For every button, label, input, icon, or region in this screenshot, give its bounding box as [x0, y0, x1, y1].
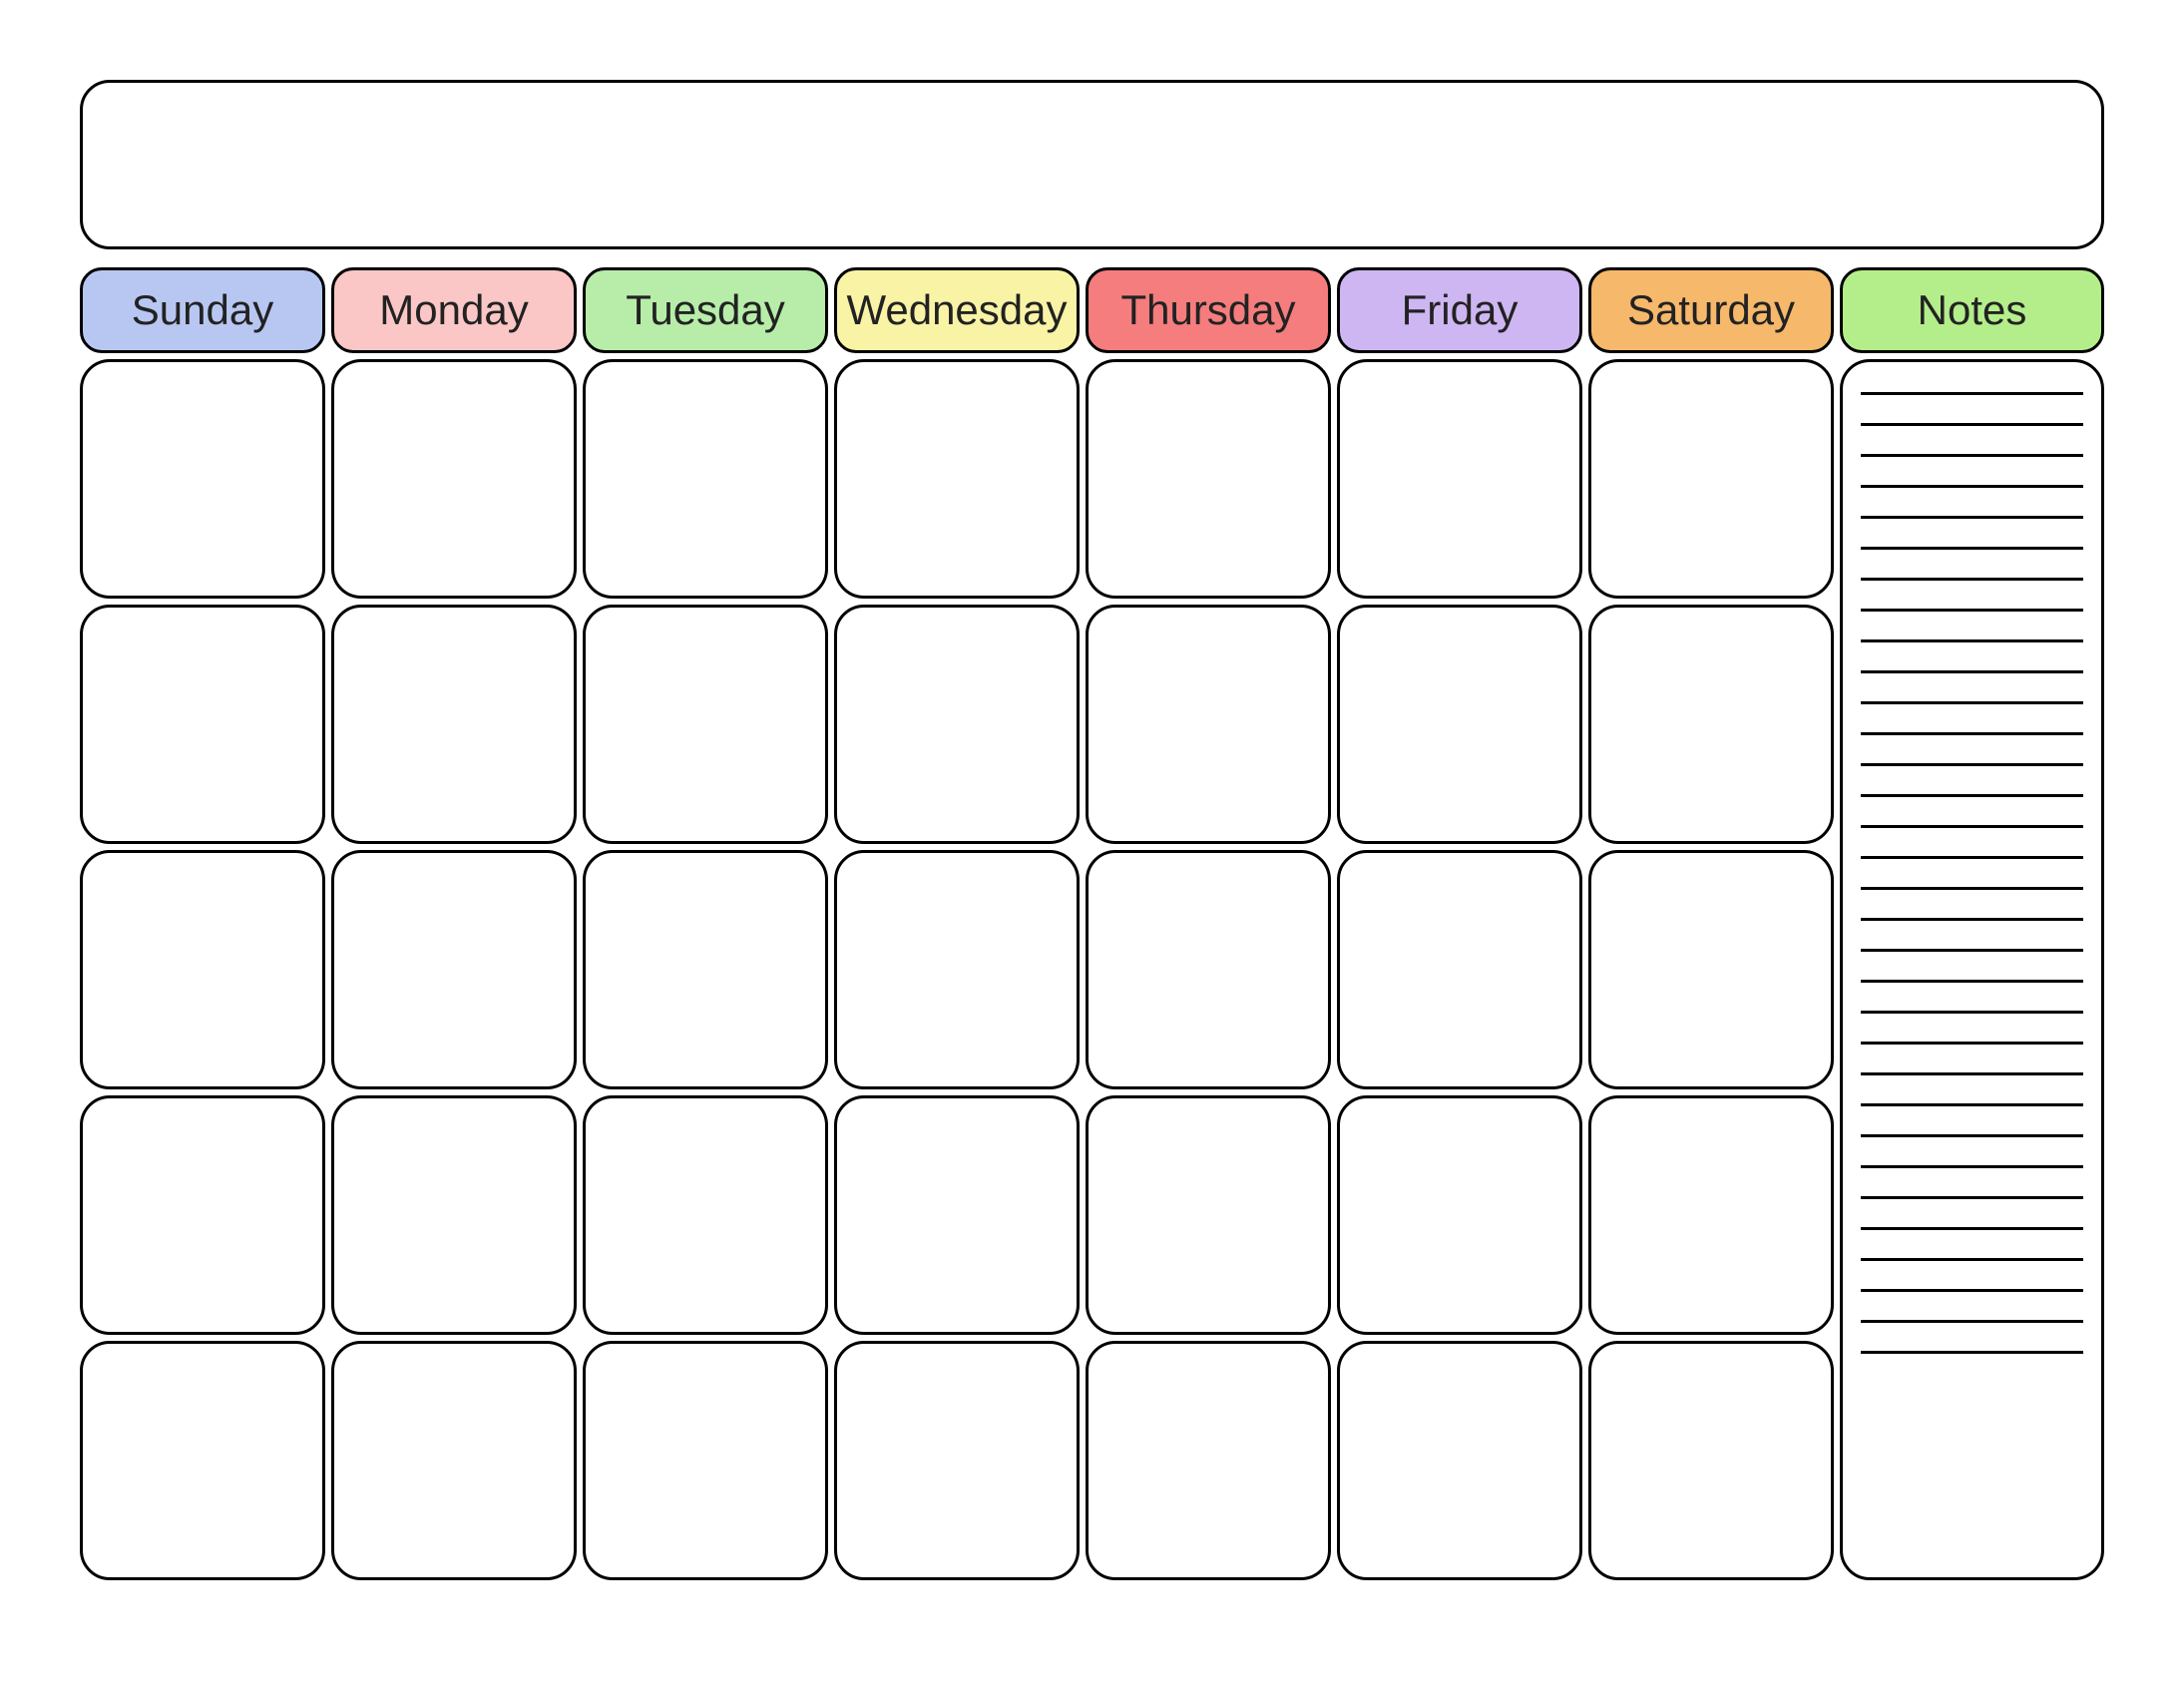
day-cell[interactable] — [331, 850, 577, 1089]
day-cell[interactable] — [80, 359, 325, 599]
note-line[interactable] — [1861, 918, 2083, 921]
day-cell[interactable] — [1337, 1095, 1582, 1335]
day-cell[interactable] — [1337, 359, 1582, 599]
day-cell[interactable] — [583, 850, 828, 1089]
note-line[interactable] — [1861, 794, 2083, 797]
note-line[interactable] — [1861, 1351, 2083, 1354]
note-line[interactable] — [1861, 392, 2083, 395]
day-cell[interactable] — [834, 850, 1080, 1089]
note-line[interactable] — [1861, 1042, 2083, 1045]
day-cell[interactable] — [1337, 1341, 1582, 1580]
day-header-thursday: Thursday — [1086, 267, 1331, 353]
day-cell[interactable] — [1588, 1341, 1834, 1580]
day-cell[interactable] — [834, 359, 1080, 599]
note-line[interactable] — [1861, 1196, 2083, 1199]
note-line[interactable] — [1861, 1072, 2083, 1075]
note-line[interactable] — [1861, 516, 2083, 519]
note-line[interactable] — [1861, 1289, 2083, 1292]
day-cell[interactable] — [1086, 359, 1331, 599]
calendar-template: Sunday Monday Tuesday Wednesday Thursday… — [0, 0, 2184, 1688]
day-cell[interactable] — [834, 1341, 1080, 1580]
day-cell[interactable] — [80, 1341, 325, 1580]
day-header-monday: Monday — [331, 267, 577, 353]
note-line[interactable] — [1861, 454, 2083, 457]
note-line[interactable] — [1861, 547, 2083, 550]
day-cell[interactable] — [1588, 1095, 1834, 1335]
note-line[interactable] — [1861, 485, 2083, 488]
day-cell[interactable] — [80, 605, 325, 844]
day-cell[interactable] — [1086, 850, 1331, 1089]
note-line[interactable] — [1861, 609, 2083, 612]
day-cell[interactable] — [1337, 605, 1582, 844]
day-cell[interactable] — [331, 359, 577, 599]
day-cell[interactable] — [1086, 1341, 1331, 1580]
note-line[interactable] — [1861, 670, 2083, 673]
note-line[interactable] — [1861, 423, 2083, 426]
note-line[interactable] — [1861, 825, 2083, 828]
note-line[interactable] — [1861, 701, 2083, 704]
day-cell[interactable] — [583, 1341, 828, 1580]
note-line[interactable] — [1861, 1165, 2083, 1168]
day-cell[interactable] — [80, 1095, 325, 1335]
day-cell[interactable] — [1588, 605, 1834, 844]
day-cell[interactable] — [1337, 850, 1582, 1089]
note-line[interactable] — [1861, 763, 2083, 766]
notes-panel[interactable] — [1840, 359, 2104, 1580]
note-line[interactable] — [1861, 732, 2083, 735]
note-line[interactable] — [1861, 980, 2083, 983]
day-cell[interactable] — [583, 605, 828, 844]
note-line[interactable] — [1861, 639, 2083, 642]
note-line[interactable] — [1861, 856, 2083, 859]
note-line[interactable] — [1861, 1103, 2083, 1106]
day-header-sunday: Sunday — [80, 267, 325, 353]
day-cell[interactable] — [834, 605, 1080, 844]
note-line[interactable] — [1861, 887, 2083, 890]
header-row: Sunday Monday Tuesday Wednesday Thursday… — [80, 267, 2104, 353]
note-line[interactable] — [1861, 578, 2083, 581]
calendar-grid — [80, 359, 1834, 1580]
day-cell[interactable] — [1086, 605, 1331, 844]
notes-header: Notes — [1840, 267, 2104, 353]
note-line[interactable] — [1861, 1258, 2083, 1261]
title-box[interactable] — [80, 80, 2104, 249]
day-cell[interactable] — [331, 605, 577, 844]
day-cell[interactable] — [1588, 359, 1834, 599]
day-cell[interactable] — [80, 850, 325, 1089]
note-line[interactable] — [1861, 949, 2083, 952]
day-header-wednesday: Wednesday — [834, 267, 1080, 353]
note-line[interactable] — [1861, 1011, 2083, 1014]
day-cell[interactable] — [1588, 850, 1834, 1089]
day-header-tuesday: Tuesday — [583, 267, 828, 353]
day-cell[interactable] — [834, 1095, 1080, 1335]
note-line[interactable] — [1861, 1134, 2083, 1137]
note-line[interactable] — [1861, 1320, 2083, 1323]
note-line[interactable] — [1861, 1227, 2083, 1230]
day-cell[interactable] — [331, 1095, 577, 1335]
day-cell[interactable] — [331, 1341, 577, 1580]
day-cell[interactable] — [583, 359, 828, 599]
day-cell[interactable] — [1086, 1095, 1331, 1335]
day-header-saturday: Saturday — [1588, 267, 1834, 353]
body-row — [80, 359, 2104, 1580]
day-header-friday: Friday — [1337, 267, 1582, 353]
day-cell[interactable] — [583, 1095, 828, 1335]
